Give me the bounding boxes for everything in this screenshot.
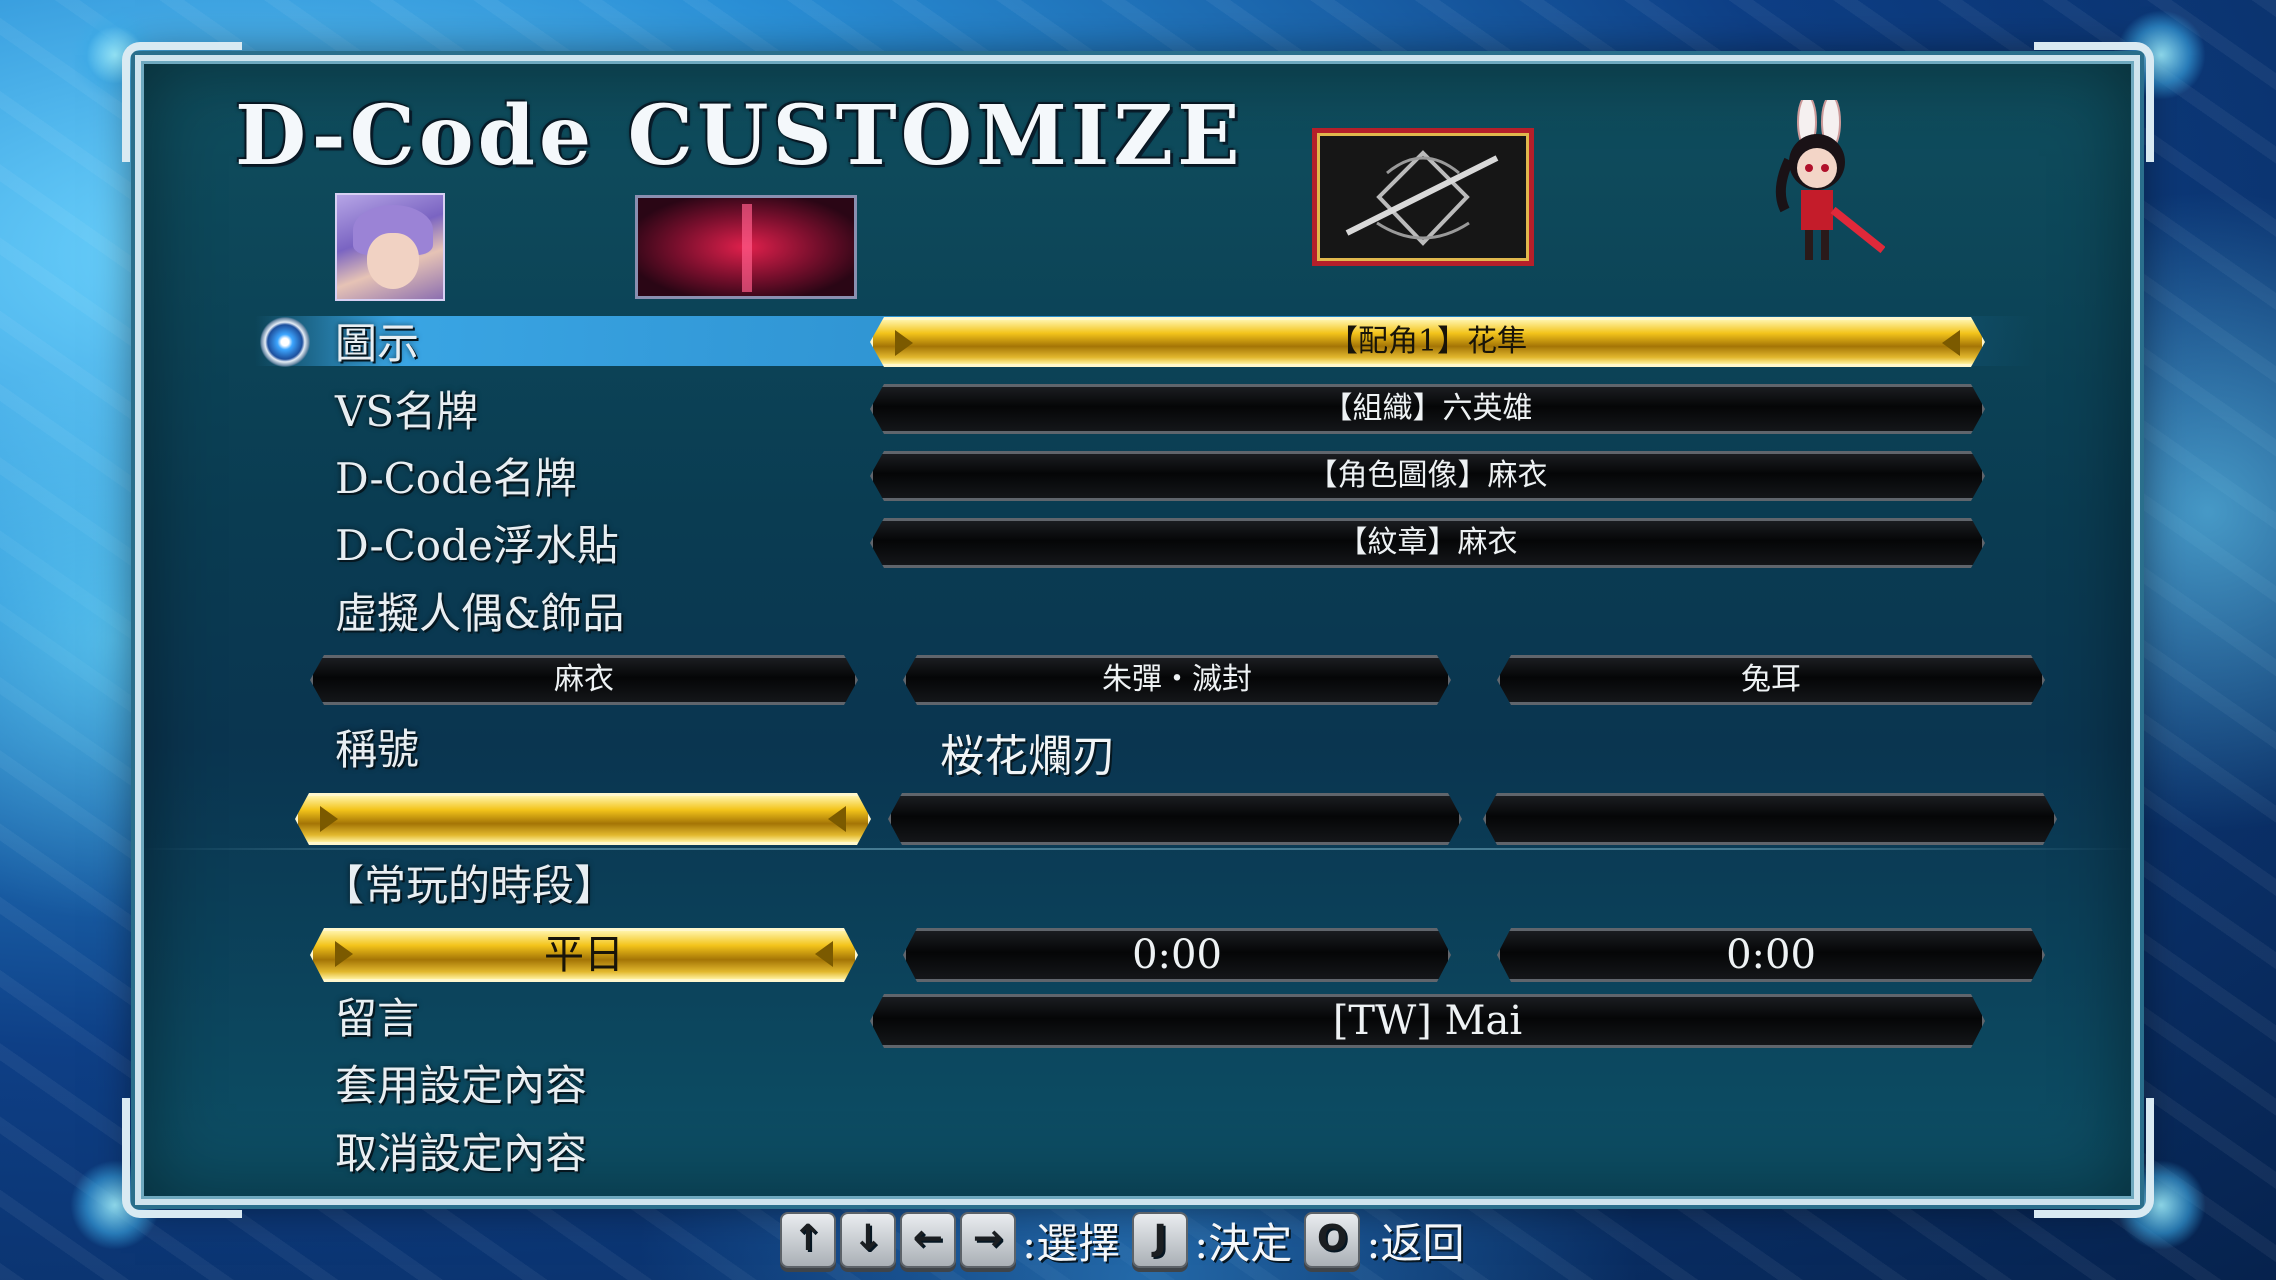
frame-corner [2034, 1098, 2154, 1218]
portrait-face [367, 233, 419, 289]
arrow-left-icon[interactable] [335, 941, 353, 967]
up-key-icon: ↑ [780, 1212, 836, 1268]
avatar-option-accessory[interactable]: 兔耳 [1497, 655, 2045, 705]
down-key-icon: ↓ [840, 1212, 896, 1268]
title-part-1-selector[interactable] [295, 793, 871, 845]
menu-item-title[interactable]: 稱號 [335, 716, 419, 777]
apply-settings-button[interactable]: 套用設定內容 [335, 1052, 587, 1113]
j-key-icon: J [1132, 1212, 1189, 1268]
menu-item-icon[interactable]: 圖示 [335, 310, 419, 371]
menu-item-dcode-nameplate[interactable]: D-Code名牌 [335, 445, 577, 506]
icon-value-selector[interactable]: 【配角1】花隼 [870, 317, 1985, 367]
divider [140, 848, 2135, 850]
menu-item-vs-nameplate[interactable]: VS名牌 [335, 378, 478, 439]
arrow-right-icon[interactable] [815, 941, 833, 967]
playtime-day-selector[interactable]: 平日 [310, 928, 858, 982]
selection-cursor-icon [258, 315, 312, 369]
right-key-icon: → [960, 1212, 1016, 1268]
playtime-to[interactable]: 0:00 [1497, 928, 2045, 982]
screen-title: D-Code CUSTOMIZE [235, 88, 1244, 184]
control-hints: ↑ ↓ ← → :選擇 J :決定 O :返回 [780, 1210, 1472, 1270]
vs-nameplate-preview [635, 195, 857, 299]
icon-value: 【配角1】花隼 [1327, 324, 1528, 359]
o-key-icon: O [1304, 1212, 1361, 1268]
title-part-2-selector[interactable] [888, 793, 1462, 845]
arrow-right-icon[interactable] [828, 806, 846, 832]
emblem-crest-icon [1345, 150, 1499, 246]
back-hint: :返回 [1366, 1218, 1465, 1268]
menu-item-avatar[interactable]: 虛擬人偶&飾品 [335, 580, 624, 641]
playtime-day: 平日 [544, 932, 624, 978]
chibi-avatar-preview [1775, 100, 1885, 260]
playtime-from[interactable]: 0:00 [903, 928, 1451, 982]
confirm-hint: :決定 [1194, 1218, 1293, 1268]
arrow-left-icon[interactable] [895, 330, 913, 356]
arrow-left-icon[interactable] [320, 806, 338, 832]
menu-item-message[interactable]: 留言 [335, 985, 419, 1046]
menu-item-playtime[interactable]: 【常玩的時段】 [322, 852, 616, 913]
arrow-right-icon[interactable] [1942, 330, 1960, 356]
dcode-nameplate-value[interactable]: 【角色圖像】麻衣 [870, 451, 1985, 501]
menu-item-dcode-emblem[interactable]: D-Code浮水貼 [335, 512, 619, 573]
icon-preview-portrait [335, 193, 445, 301]
left-key-icon: ← [900, 1212, 956, 1268]
avatar-option-weapon[interactable]: 朱彈・滅封 [903, 655, 1451, 705]
title-part-3-selector[interactable] [1483, 793, 2057, 845]
frame-corner [122, 42, 242, 162]
message-value[interactable]: [TW] Mai [870, 994, 1985, 1048]
select-hint: :選擇 [1022, 1218, 1121, 1268]
vs-nameplate-value[interactable]: 【組織】六英雄 [870, 384, 1985, 434]
frame-corner [2034, 42, 2154, 162]
avatar-option-character[interactable]: 麻衣 [310, 655, 858, 705]
dcode-emblem-value[interactable]: 【紋章】麻衣 [870, 518, 1985, 568]
frame-corner [122, 1098, 242, 1218]
dcode-emblem-preview [1312, 128, 1534, 266]
cancel-settings-button[interactable]: 取消設定內容 [335, 1120, 587, 1181]
title-value: 桜花爛刃 [940, 731, 1116, 782]
